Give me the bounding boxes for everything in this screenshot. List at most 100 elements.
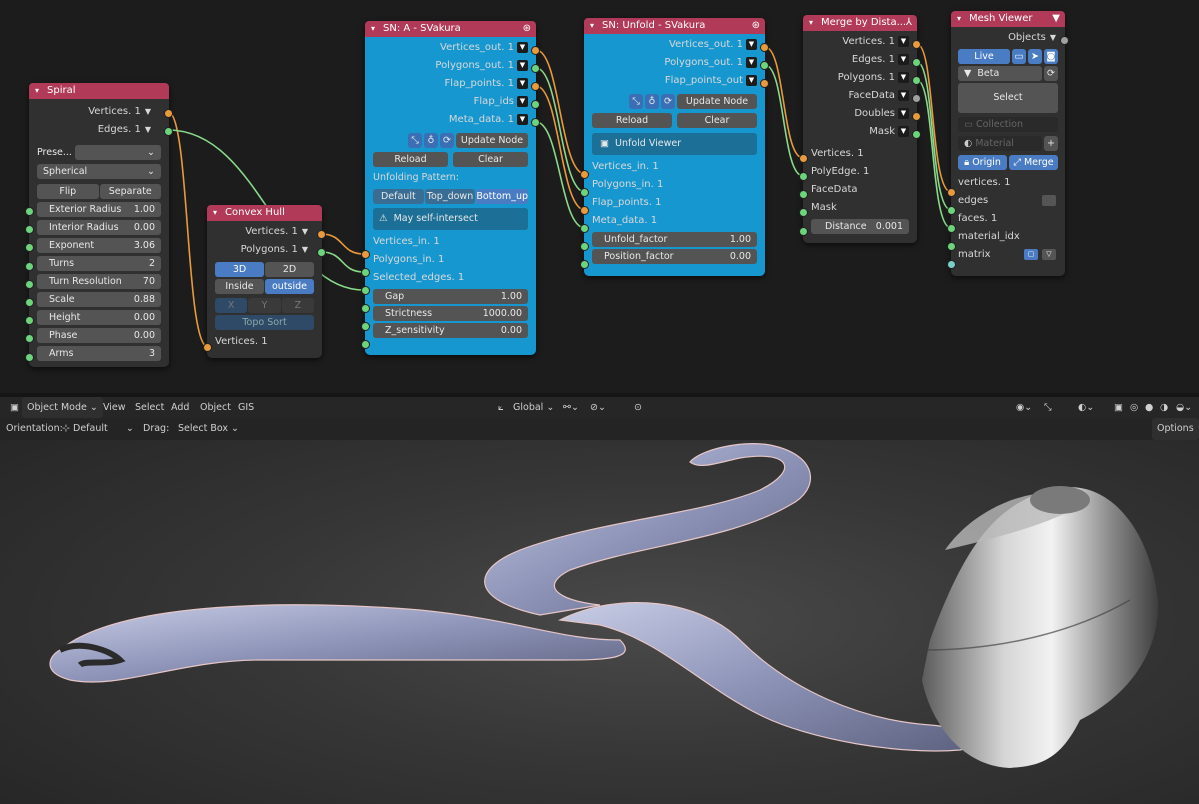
dropdown-arrow-icon[interactable]: ▼ [898,89,909,101]
socket-out[interactable] [760,79,769,88]
mode-3d-button[interactable]: 3D [215,262,264,277]
input-socket-row[interactable]: PolyEdge. 1 [811,163,909,181]
socket-in[interactable] [947,224,956,233]
node-tools-icon[interactable]: ⤡ [408,133,422,148]
merge-button[interactable]: ⤢ Merge [1009,155,1058,170]
transform-orientation-icon[interactable]: ⟀ [498,397,504,418]
output-socket-row[interactable]: Polygons. 1 ▼ [811,69,909,87]
spiral-value-field[interactable]: Turns 2 [37,256,161,271]
update-node-button[interactable]: Update Node [456,133,528,148]
input-socket-row[interactable]: faces. 1 [958,210,1058,228]
input-socket-row[interactable]: Selected_edges. 1 [373,269,528,287]
input-socket-row[interactable]: Vertices. 1 [811,145,909,163]
spiral-value-field[interactable]: Exterior Radius 1.00 [37,202,161,217]
spiral-value-field[interactable]: Scale 0.88 [37,292,161,307]
dropdown-arrow-icon[interactable]: ▼ [898,71,909,83]
input-socket-row[interactable]: Vertices_in. 1 [373,233,528,251]
options-dropdown[interactable]: Options [1152,418,1199,440]
topo-sort-button[interactable]: Topo Sort [215,315,314,330]
camera-icon[interactable]: ◙ [1044,49,1058,64]
socket-in[interactable] [580,260,589,269]
axis-y-button[interactable]: Y [248,298,281,313]
socket-in[interactable] [25,279,34,289]
dropdown-arrow-icon[interactable]: ▼ [746,38,757,50]
dropdown-arrow-icon[interactable]: ▼ [746,74,757,86]
filter-icon[interactable]: ▽ [1042,249,1056,260]
reload-button[interactable]: Reload [373,152,448,167]
output-socket-row[interactable]: Edges. 1 ▼ [811,51,909,69]
object-name-field[interactable]: ▼ Beta [958,66,1042,81]
collapse-icon[interactable]: ▾ [590,18,602,34]
gizmo-icon[interactable]: ⤡ [1044,397,1052,418]
pattern-option-1[interactable]: Top_down [424,189,476,204]
socket-in[interactable] [580,224,589,233]
node-editor[interactable]: ▾ Spiral Vertices. 1 ▼ Edges. 1 ▼ Prese... … [0,0,1199,393]
snap-icon[interactable]: ⊘⌄ [590,397,606,418]
dropdown-arrow-icon[interactable]: ▼ [898,125,909,137]
svakura-node[interactable]: ▾ SN: A - SVakura ⊛ Vertices_out. 1 ▼ Polygo… [361,21,540,355]
clear-button[interactable]: Clear [453,152,528,167]
reload-button[interactable]: Reload [592,113,672,128]
spiral-value-field[interactable]: Exponent 3.06 [37,238,161,253]
clear-button[interactable]: Clear [677,113,757,128]
value-field[interactable]: Unfold_factor 1.00 [592,232,757,247]
separate-button[interactable]: Separate [99,184,161,199]
output-socket-row[interactable]: Polygons_out. 1 ▼ [592,54,757,72]
socket-in[interactable] [947,188,956,197]
input-socket-row[interactable]: material_idx [958,228,1058,246]
axis-x-button[interactable]: X [215,298,248,313]
distance-field[interactable]: Distance 0.001 [811,219,909,234]
convex-hull-header[interactable]: ▾ Convex Hull [207,205,322,221]
dropdown-arrow-icon[interactable]: ▼ [517,59,528,71]
preset-dropdown[interactable]: ⌄ [75,145,161,160]
drag-dropdown[interactable]: Select Box ⌄ [178,418,239,440]
socket-in[interactable] [361,268,370,277]
matrix-toggle-icon[interactable]: ▢ [1024,249,1038,260]
outside-button[interactable]: outside [265,279,314,294]
socket-out[interactable] [912,58,921,67]
spiral-value-field[interactable]: Arms 3 [37,346,161,361]
orientation-dropdown[interactable]: ⊹ Default ⌄ [62,418,134,440]
socket-in[interactable] [580,242,589,251]
dropdown-arrow-icon[interactable]: ▼ [302,245,308,254]
transform-orientation-dropdown[interactable]: Global ⌄ [513,397,554,418]
update-node-button[interactable]: Update Node [677,94,757,109]
3d-viewport[interactable]: ▣ Object Mode ⌄ View Select Add Object G… [0,397,1199,804]
socket-out[interactable] [531,64,540,73]
socket-out[interactable] [912,130,921,139]
socket-out[interactable] [760,43,769,52]
pattern-option-2[interactable]: Bottom_up [476,189,528,204]
socket-vertices-in[interactable] [203,343,212,352]
socket-in[interactable] [799,172,808,181]
add-material-button[interactable]: + [1044,136,1058,151]
refresh-icon[interactable]: ⟳ [661,94,675,109]
dropdown-arrow-icon[interactable]: ▼ [517,41,528,53]
dropdown-arrow-icon[interactable]: ▼ [898,53,909,65]
collection-field[interactable]: ▭ Collection [958,117,1058,132]
socket-polygons-out[interactable] [317,248,326,257]
socket-in[interactable] [580,188,589,197]
socket-edges-out[interactable] [164,127,173,136]
input-socket-row[interactable]: Polygons_in. 1 [592,176,757,194]
menu-select[interactable]: Select [135,397,164,418]
xray-icon[interactable]: ▣ [1114,397,1123,418]
select-button[interactable]: Select [958,83,1058,113]
socket-in[interactable] [799,154,808,163]
socket-out[interactable] [912,94,921,103]
monitor-icon[interactable]: ▭ [1012,49,1026,64]
svakura-header[interactable]: ▾ SN: A - SVakura ⊛ [365,21,536,37]
spiral-value-field[interactable]: Interior Radius 0.00 [37,220,161,235]
collapse-icon[interactable]: ▾ [213,205,225,221]
axis-z-button[interactable]: Z [281,298,314,313]
output-socket-row[interactable]: Vertices_out. 1 ▼ [373,39,528,57]
pin-icon[interactable]: ♁ [424,133,438,148]
socket-in[interactable] [580,206,589,215]
merge-node[interactable]: ▾ Merge by Dista... ⅄ Vertices. 1 ▼ Edges. 1… [799,15,921,243]
dropdown-arrow-icon[interactable]: ▼ [517,77,528,89]
cursor-icon[interactable]: ➤ [1028,49,1042,64]
input-socket-row[interactable]: Mask [811,199,909,217]
inside-button[interactable]: Inside [215,279,264,294]
socket-in[interactable] [799,227,808,236]
refresh-icon[interactable]: ⟳ [440,133,454,148]
output-socket-row[interactable]: Flap_points_out ▼ [592,72,757,90]
